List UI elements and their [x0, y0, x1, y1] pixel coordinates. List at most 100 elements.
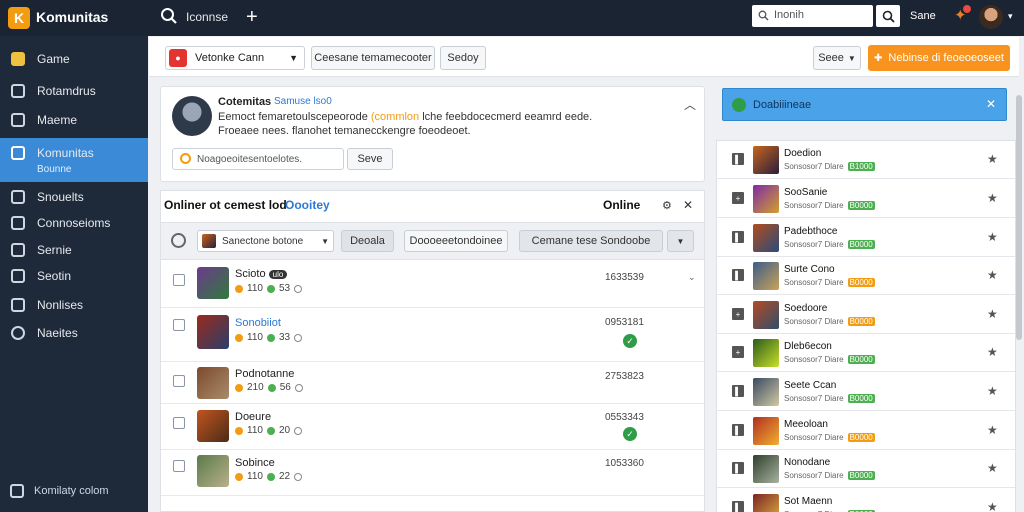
- sidebar-item-seotin[interactable]: Seotin: [0, 263, 148, 289]
- game-list-item[interactable]: + SooSanie Sonsosor7 Diare B0000 ★: [717, 180, 1015, 218]
- chevron-down-icon[interactable]: ▾: [1008, 11, 1013, 22]
- row-checkbox[interactable]: [173, 375, 185, 387]
- member-name[interactable]: Podnotanne: [235, 368, 294, 380]
- top-search-label[interactable]: Iconnse: [186, 10, 228, 24]
- chevron-down-icon[interactable]: ⌄: [688, 272, 696, 283]
- table-row[interactable]: Podnotanne 210 56 2753823: [161, 362, 704, 404]
- group-select[interactable]: ● Vetonke Cann ▼: [165, 46, 305, 70]
- star-icon[interactable]: ★: [987, 461, 998, 475]
- game-thumbnail[interactable]: [753, 146, 779, 174]
- search-button[interactable]: [876, 5, 900, 27]
- game-thumbnail[interactable]: [753, 262, 779, 290]
- sidebar-item-sernie[interactable]: Sernie: [0, 237, 148, 263]
- member-filter-select[interactable]: Sanectone botone ▼: [197, 230, 334, 252]
- close-icon[interactable]: ✕: [986, 97, 996, 111]
- table-row[interactable]: Doeure 110 20 0553343 ✓: [161, 404, 704, 450]
- close-icon[interactable]: ✕: [683, 198, 693, 212]
- game-list-item[interactable]: ▌ Padebthoce Sonsosor7 Diare B0000 ★: [717, 219, 1015, 257]
- game-list-item[interactable]: + Soedoore Sonsosor7 Dlare B0000 ★: [717, 296, 1015, 334]
- filter-icon[interactable]: [171, 233, 186, 248]
- star-icon[interactable]: ★: [987, 307, 998, 321]
- sidebar-item-nonlises[interactable]: Nonlises: [0, 292, 148, 318]
- row-checkbox[interactable]: [173, 319, 185, 331]
- row-checkbox[interactable]: [173, 417, 185, 429]
- game-list-item[interactable]: + Dleb6econ Sonsosor7 Diare B0000 ★: [717, 334, 1015, 372]
- app-logo[interactable]: K: [8, 7, 30, 29]
- game-title[interactable]: Soedoore: [784, 303, 827, 314]
- sidebar-item-komunitas[interactable]: Komunitas Bounne: [0, 138, 148, 182]
- game-thumbnail[interactable]: [753, 494, 779, 512]
- star-icon[interactable]: ★: [987, 423, 998, 437]
- top-search-input[interactable]: Inonih: [752, 5, 873, 27]
- game-title[interactable]: Doedion: [784, 148, 821, 159]
- members-title-accent[interactable]: Oooitey: [285, 198, 330, 212]
- star-icon[interactable]: ★: [987, 230, 998, 244]
- sidebar-item-game[interactable]: Game: [0, 46, 148, 72]
- member-name[interactable]: Doeure: [235, 411, 271, 423]
- member-thumbnail[interactable]: [197, 455, 229, 487]
- deoala-button[interactable]: Deoala: [341, 230, 394, 252]
- row-checkbox[interactable]: [173, 460, 185, 472]
- game-thumbnail[interactable]: [753, 417, 779, 445]
- sidebar-item-connoseioms[interactable]: Connoseioms: [0, 210, 148, 236]
- table-row[interactable]: Sobince 110 22 1053360: [161, 450, 704, 496]
- game-list-item[interactable]: ▌ Surte Cono Sonsosor7 Diare B0000 ★: [717, 257, 1015, 295]
- star-icon[interactable]: ★: [987, 384, 998, 398]
- game-thumbnail[interactable]: [753, 185, 779, 213]
- game-title[interactable]: Meeoloan: [784, 419, 828, 430]
- cemane-button[interactable]: Cemane tese Sondoobe: [519, 230, 663, 252]
- star-icon[interactable]: ★: [987, 345, 998, 359]
- table-row[interactable]: Sonobiiot 110 33 0953181 ✓: [161, 308, 704, 362]
- member-name[interactable]: Scioto ulo: [235, 268, 288, 280]
- member-name[interactable]: Sobince: [235, 457, 275, 469]
- row-checkbox[interactable]: [173, 274, 185, 286]
- sidebar-item-snouelts[interactable]: Snouelts: [0, 184, 148, 210]
- primary-action-button[interactable]: ✚ Nebinse di feoeoeoseet: [868, 45, 1010, 71]
- game-list-item[interactable]: ▌ Meeoloan Sonsosor7 Diare B0000 ★: [717, 412, 1015, 450]
- sort-select[interactable]: Seee ▼: [813, 46, 861, 70]
- scrollbar[interactable]: [1016, 95, 1022, 340]
- settings-icon[interactable]: ⚙: [662, 199, 672, 212]
- star-icon[interactable]: ★: [987, 191, 998, 205]
- collapse-chevron-icon[interactable]: ︿: [684, 96, 696, 113]
- sedoy-button[interactable]: Sedoy: [440, 46, 486, 70]
- profile-tag[interactable]: Samuse lso0: [274, 96, 332, 107]
- game-title[interactable]: Dleb6econ: [784, 341, 832, 352]
- game-thumbnail[interactable]: [753, 301, 779, 329]
- star-icon[interactable]: ★: [987, 500, 998, 512]
- table-row[interactable]: Scioto ulo 110 53 1633539 ⌄: [161, 260, 704, 308]
- game-thumbnail[interactable]: [753, 339, 779, 367]
- game-title[interactable]: Surte Cono: [784, 264, 835, 275]
- game-title[interactable]: Padebthoce: [784, 226, 837, 237]
- sidebar-item-maeme[interactable]: Maeme: [0, 107, 148, 133]
- doooge-button[interactable]: Doooeeetondoinee: [404, 230, 508, 252]
- star-icon[interactable]: ★: [987, 152, 998, 166]
- game-list-item[interactable]: ▌ Doedion Sonsosor7 Dlare B1000 ★: [717, 141, 1015, 179]
- sidebar-item-rotamdrus[interactable]: Rotamdrus: [0, 78, 148, 104]
- star-icon[interactable]: ★: [987, 268, 998, 282]
- game-title[interactable]: Nonodane: [784, 457, 830, 468]
- game-list-item[interactable]: ▌ Nonodane Sonsosor7 Diare B0000 ★: [717, 450, 1015, 488]
- member-thumbnail[interactable]: [197, 315, 229, 349]
- game-list-item[interactable]: ▌ Seete Ccan Sonsosor7 Diare B0000 ★: [717, 373, 1015, 411]
- search-icon[interactable]: [160, 7, 178, 25]
- profile-avatar[interactable]: [172, 96, 212, 136]
- game-title[interactable]: Seete Ccan: [784, 380, 836, 391]
- member-name[interactable]: Sonobiiot: [235, 317, 281, 329]
- member-thumbnail[interactable]: [197, 267, 229, 299]
- search-members-button[interactable]: Ceesane temamecooter: [311, 46, 435, 70]
- game-thumbnail[interactable]: [753, 224, 779, 252]
- user-avatar[interactable]: [979, 5, 1003, 29]
- member-thumbnail[interactable]: [197, 410, 229, 442]
- game-thumbnail[interactable]: [753, 455, 779, 483]
- game-thumbnail[interactable]: [753, 378, 779, 406]
- add-icon[interactable]: +: [246, 5, 258, 29]
- sidebar-footer[interactable]: Komilaty colom: [10, 484, 109, 498]
- game-title[interactable]: Sot Maenn: [784, 496, 832, 507]
- user-name-label[interactable]: Sane: [910, 10, 936, 22]
- member-thumbnail[interactable]: [197, 367, 229, 399]
- send-button[interactable]: Seve: [347, 148, 393, 170]
- post-input[interactable]: Noagoeoitesentoelotes.: [172, 148, 344, 170]
- game-title[interactable]: SooSanie: [784, 187, 827, 198]
- more-dropdown[interactable]: ▼: [667, 230, 694, 252]
